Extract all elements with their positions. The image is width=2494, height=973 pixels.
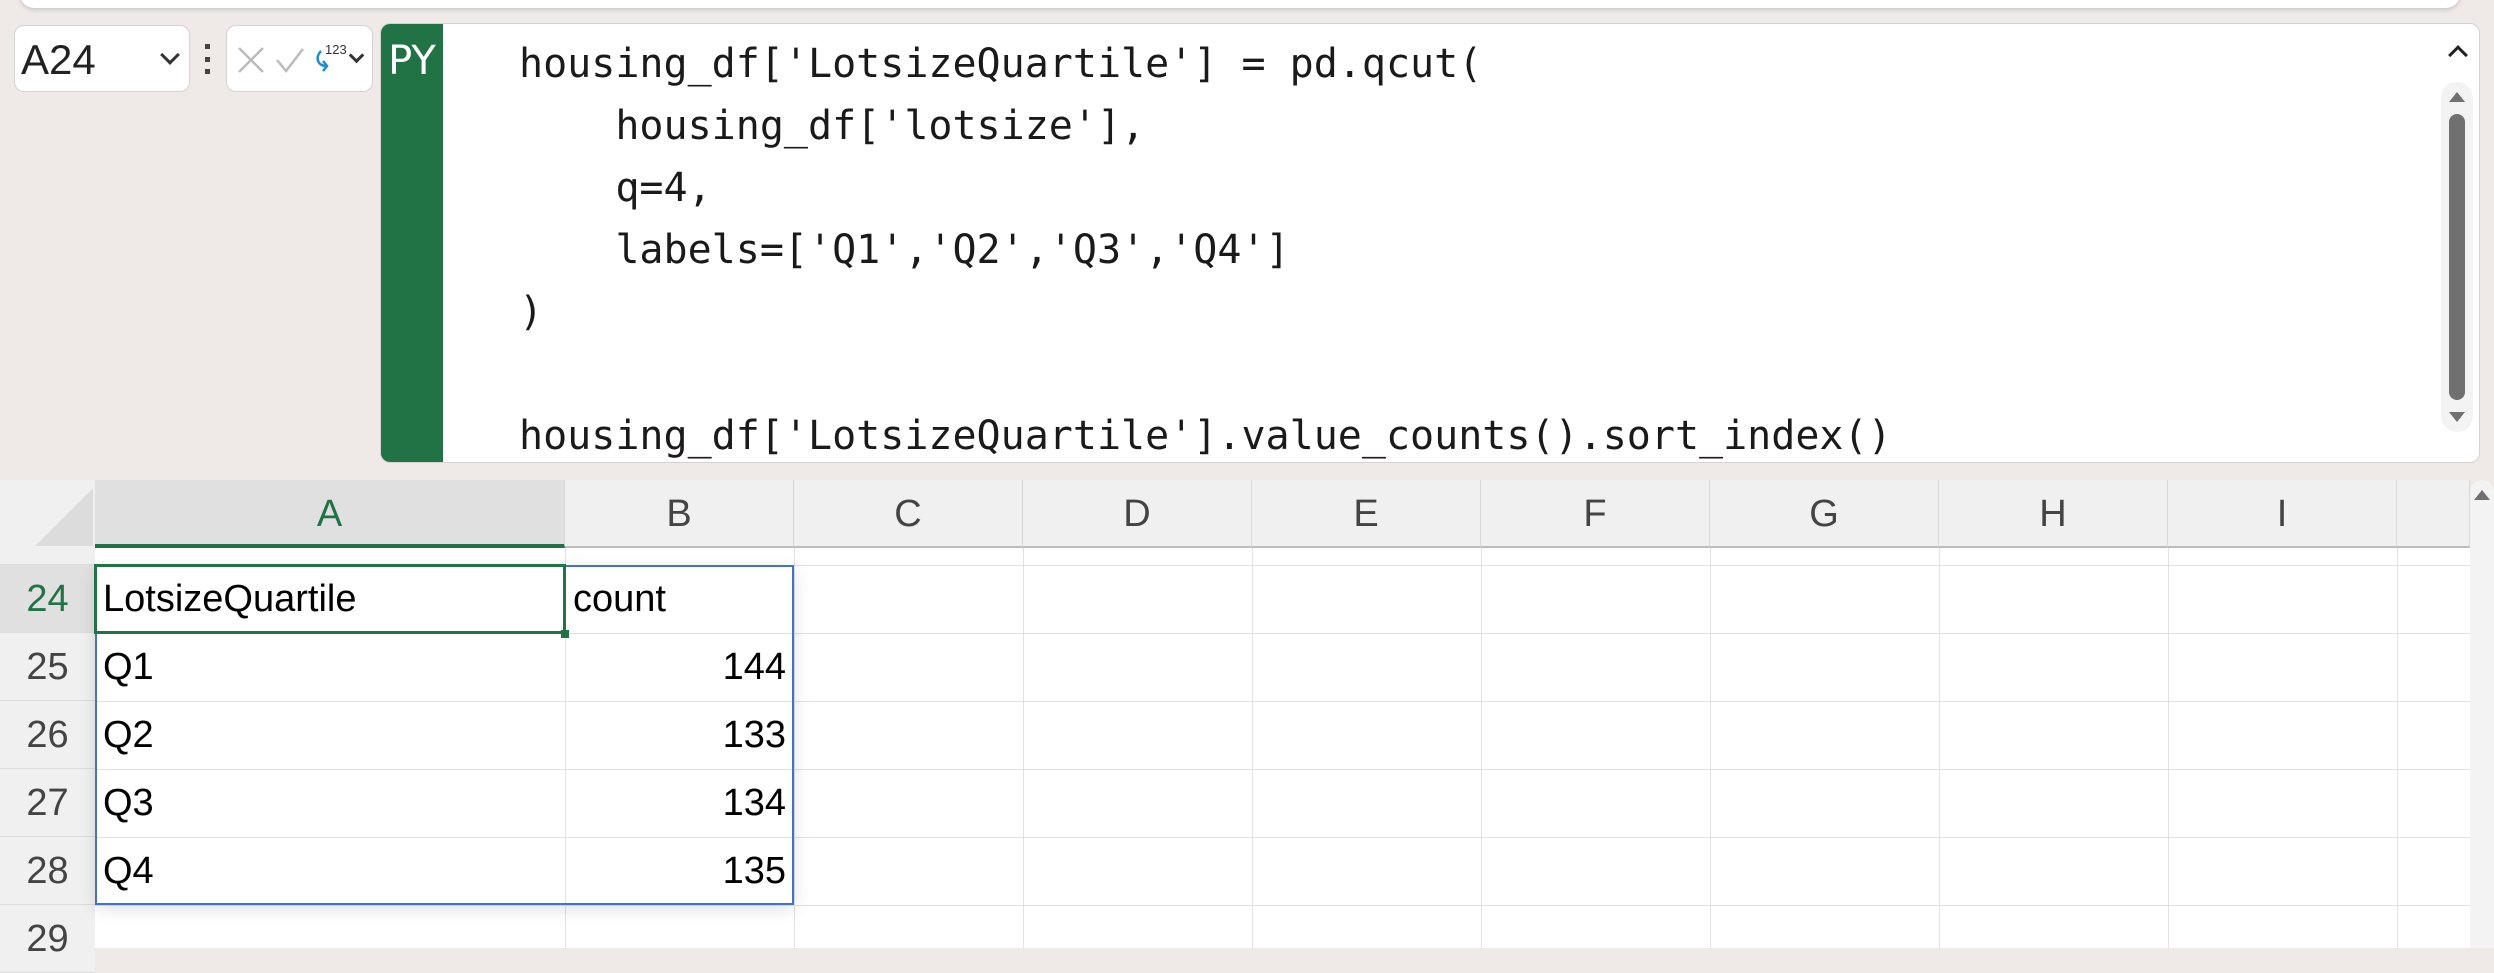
code-line: q=4, bbox=[519, 165, 712, 211]
select-all-button[interactable] bbox=[0, 480, 95, 548]
column-header-f[interactable]: F bbox=[1481, 480, 1710, 548]
row-header[interactable]: 24 bbox=[0, 565, 95, 633]
row-header[interactable]: 28 bbox=[0, 837, 95, 905]
formula-editor[interactable]: PY housing_df['LotsizeQuartile'] = pd.qc… bbox=[380, 23, 2480, 463]
cell-b27[interactable]: 134 bbox=[565, 769, 794, 837]
cell-b24[interactable]: count bbox=[565, 565, 674, 633]
cell-b26[interactable]: 133 bbox=[565, 701, 794, 769]
cell-b25[interactable]: 144 bbox=[565, 633, 794, 701]
code-line: housing_df['lotsize'], bbox=[519, 103, 1146, 149]
column-header-partial[interactable] bbox=[2397, 480, 2470, 548]
column-header-c[interactable]: C bbox=[794, 480, 1023, 548]
cell-b28[interactable]: 135 bbox=[565, 837, 794, 905]
scroll-up-arrow-icon[interactable] bbox=[2474, 490, 2490, 500]
column-header-g[interactable]: G bbox=[1710, 480, 1939, 548]
row-header[interactable]: 29 bbox=[0, 905, 95, 973]
column-header-a[interactable]: A bbox=[95, 480, 565, 548]
cell-a24[interactable]: LotsizeQuartile bbox=[95, 565, 364, 633]
chevron-down-icon[interactable] bbox=[348, 47, 365, 64]
name-box-value: A24 bbox=[21, 36, 96, 83]
chevron-down-icon[interactable] bbox=[160, 45, 180, 65]
scrollbar-thumb[interactable] bbox=[2449, 114, 2465, 400]
column-header-i[interactable]: I bbox=[2168, 480, 2397, 548]
cell-a27[interactable]: Q3 bbox=[95, 769, 162, 837]
code-line: labels=['Q1','Q2','Q3','Q4'] bbox=[519, 227, 1290, 273]
row-header[interactable]: 26 bbox=[0, 701, 95, 769]
cell-a28[interactable]: Q4 bbox=[95, 837, 162, 905]
row-header-partial[interactable] bbox=[0, 548, 95, 565]
formula-actions: 123 bbox=[226, 25, 373, 92]
python-mode-badge: PY bbox=[381, 24, 443, 462]
column-header-h[interactable]: H bbox=[1939, 480, 2168, 548]
cell-a25[interactable]: Q1 bbox=[95, 633, 162, 701]
column-header-e[interactable]: E bbox=[1252, 480, 1481, 548]
enter-check-icon[interactable] bbox=[275, 46, 305, 74]
code-line: ) bbox=[519, 289, 544, 335]
cell-a26[interactable]: Q2 bbox=[95, 701, 162, 769]
name-box[interactable]: A24 bbox=[14, 25, 190, 92]
ribbon-bottom-edge bbox=[20, 0, 2460, 8]
column-header-d[interactable]: D bbox=[1023, 480, 1252, 548]
spreadsheet-grid[interactable]: A B C D E F G H I 24 25 26 27 28 29 Lots… bbox=[0, 480, 2470, 973]
formula-scrollbar[interactable] bbox=[2441, 82, 2473, 432]
scroll-up-arrow-icon[interactable] bbox=[2449, 92, 2465, 102]
output-type-label: 123 bbox=[325, 42, 347, 57]
scroll-down-arrow-icon[interactable] bbox=[2449, 412, 2465, 422]
code-line: housing_df['LotsizeQuartile'].value_coun… bbox=[519, 413, 1892, 459]
collapse-formula-bar-icon[interactable] bbox=[2448, 45, 2468, 65]
row-header[interactable]: 27 bbox=[0, 769, 95, 837]
code-line: housing_df['LotsizeQuartile'] = pd.qcut( bbox=[519, 41, 1483, 87]
cancel-icon[interactable] bbox=[237, 46, 265, 74]
row-header[interactable]: 25 bbox=[0, 633, 95, 701]
more-options-icon[interactable] bbox=[203, 44, 211, 74]
grid-vertical-scrollbar[interactable] bbox=[2470, 480, 2494, 948]
column-header-b[interactable]: B bbox=[565, 480, 794, 548]
